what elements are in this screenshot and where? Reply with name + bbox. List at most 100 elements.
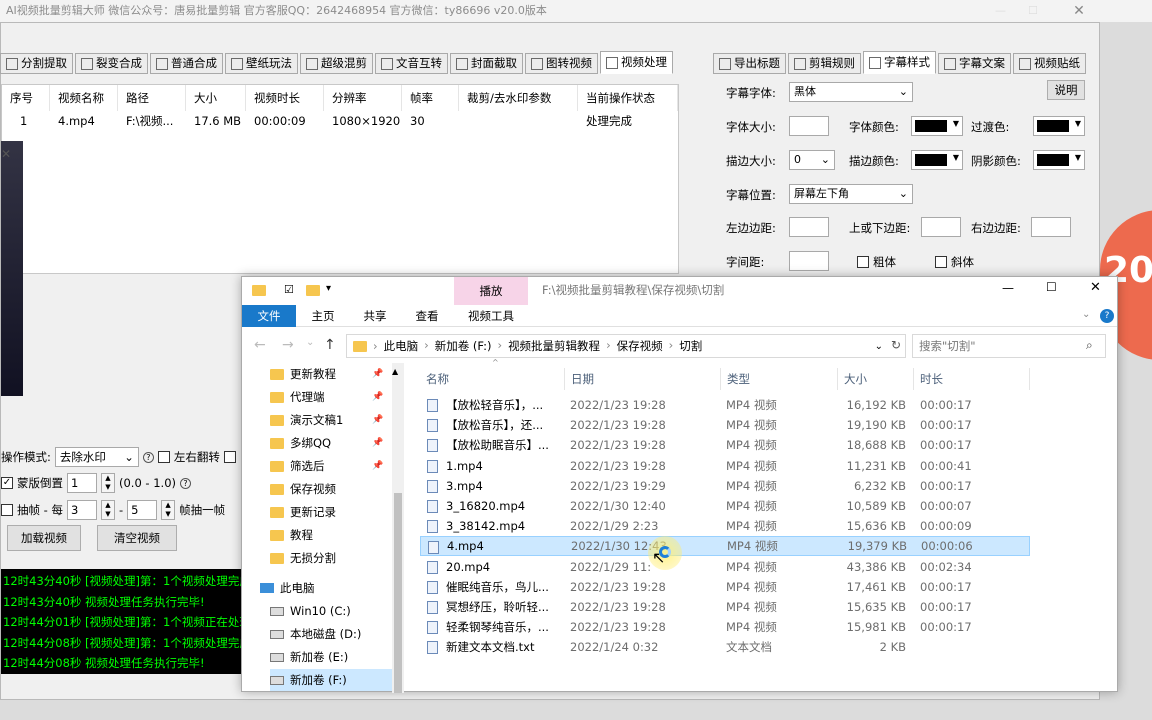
table-cell[interactable] [459,111,578,131]
pin-icon[interactable]: 📌 [372,369,383,379]
font-size-input[interactable] [789,116,829,136]
nav-item-drive[interactable]: 新加卷 (E:) [270,646,348,668]
maximize-icon[interactable]: ☐ [1046,280,1057,294]
video-table[interactable]: 序号 视频名称 路径 大小 视频时长 分辨率 帧率 裁剪/去水印参数 当前操作状态 1 4.mp4… [1,84,679,274]
vertical-margin-input[interactable] [921,217,961,237]
table-cell[interactable]: 17.6 MB [186,111,246,131]
tab-image[interactable]: 图转视频 [525,53,598,74]
mask-input[interactable]: 1 [67,473,97,493]
position-select[interactable]: 屏幕左下角 ⌄ [789,184,913,204]
table-cell[interactable]: 00:00:09 [246,111,324,131]
file-row[interactable]: 【放松轻音乐】，... 2022/1/23 19:28 MP4 视频 16,192 K… [420,395,1030,415]
properties-icon[interactable]: ☑ [284,283,294,296]
help-icon[interactable]: ? [142,451,154,463]
scroll-up-icon[interactable]: ▲ [392,367,398,376]
tab-merge[interactable]: 裂变合成 [75,53,148,74]
breadcrumb-item[interactable]: 保存视频 [617,338,663,354]
nav-item-this-pc[interactable]: 此电脑 [260,577,315,599]
table-header[interactable]: 序号 [2,85,50,111]
pin-icon[interactable]: 📌 [372,392,383,402]
tab-view[interactable]: 查看 [406,305,448,327]
nav-item-folder[interactable]: 更新教程 [270,363,336,385]
minimize-icon[interactable]: — [995,0,1006,22]
table-cell[interactable]: 处理完成 [578,111,678,131]
nav-item-drive[interactable]: 新加卷 (F:) [270,669,392,691]
file-row[interactable]: 新建文本文档.txt 2022/1/24 0:32 文本文档 2 KB [420,637,1030,657]
flip-checkbox[interactable] [157,451,170,463]
file-row[interactable]: 【放松助眠音乐】... 2022/1/23 19:28 MP4 视频 18,688 K… [420,435,1030,455]
minimize-icon[interactable]: — [1002,281,1014,295]
frame-from-stepper[interactable]: ▲ ▼ [100,500,115,520]
tab-cover[interactable]: 封面截取 [450,53,523,74]
tab-audio[interactable]: 文音互转 [375,53,448,74]
font-color-picker[interactable]: ▼ [911,116,963,136]
breadcrumb-item[interactable]: 新加卷 (F:) [435,338,492,354]
pin-icon[interactable]: 📌 [372,438,383,448]
mask-stepper[interactable]: ▲ ▼ [101,473,115,493]
column-size[interactable]: 大小 [838,368,914,390]
table-header[interactable]: 帧率 [402,85,459,111]
frame-to-input[interactable]: 5 [127,500,158,520]
tab-share[interactable]: 共享 [354,305,396,327]
file-row[interactable]: 【放松音乐】，还... 2022/1/23 19:28 MP4 视频 19,190 K… [420,415,1030,435]
table-cell[interactable]: 30 [402,111,459,131]
tab-rules[interactable]: 剪辑规则 [788,53,861,74]
close-icon[interactable]: ✕ [1090,280,1101,295]
table-header[interactable]: 视频时长 [246,85,324,111]
font-select[interactable]: 黑体 ⌄ [789,82,913,102]
tab-video-tools[interactable]: 视频工具 [458,305,524,327]
mode-select[interactable]: 去除水印 ⌄ [54,447,139,467]
nav-item-folder[interactable]: 无损分割 [270,547,336,569]
stroke-color-picker[interactable]: ▼ [911,150,963,170]
nav-scrollbar-thumb[interactable] [394,493,402,693]
transition-color-picker[interactable]: ▼ [1033,116,1085,136]
nav-item-folder[interactable]: 保存视频 [270,478,336,500]
ribbon-context-tab[interactable]: 播放 [454,277,528,305]
shadow-color-picker[interactable]: ▼ [1033,150,1085,170]
breadcrumb-item[interactable]: 切割 [679,338,702,354]
column-duration[interactable]: 时长 [914,368,1030,390]
clear-video-button[interactable]: 清空视频 [97,525,177,551]
stroke-select[interactable]: 0 ⌄ [789,150,835,170]
pin-icon[interactable]: 📌 [372,415,383,425]
close-icon[interactable]: ✕ [1,147,11,161]
tab-play[interactable]: 普通合成 [150,53,223,74]
column-name[interactable]: 名称 [420,368,565,390]
file-row[interactable]: 3.mp4 2022/1/23 19:29 MP4 视频 6,232 KB 00:00:… [420,476,1030,496]
file-row[interactable]: 4.mp4 2022/1/30 12:43 MP4 视频 19,379 KB 00:00… [420,536,1030,557]
table-header[interactable]: 当前操作状态 [578,85,678,111]
help-icon[interactable]: ? [180,477,192,489]
spacing-input[interactable] [789,251,829,271]
search-input[interactable]: 搜索"切割" [912,334,1106,358]
nav-item-folder[interactable]: 代理端 [270,386,325,408]
close-icon[interactable]: ✕ [1068,0,1090,22]
extra-checkbox[interactable] [223,451,236,463]
up-arrow-icon[interactable]: ↑ [324,337,336,353]
tab-sticker[interactable]: 视频贴纸 [1013,53,1086,74]
file-row[interactable]: 冥想纾压，聆听轻... 2022/1/23 19:28 MP4 视频 15,635 K… [420,597,1030,617]
frame-to-stepper[interactable]: ▲ ▼ [161,500,176,520]
file-row[interactable]: 3_38142.mp4 2022/1/29 2:23 MP4 视频 15,636 KB… [420,516,1030,536]
table-header[interactable]: 路径 [118,85,186,111]
address-bar[interactable]: › 此电脑 › 新加卷 (F:) › 视频批量剪辑教程 › 保存视频 › 切割 ⌄ ↻ [346,334,906,358]
forward-arrow-icon[interactable]: → [282,337,294,353]
pin-icon[interactable]: 📌 [372,461,383,471]
tab-edit[interactable]: 字幕文案 [938,53,1011,74]
nav-item-drive[interactable]: Win10 (C:) [270,600,351,622]
table-header[interactable]: 分辨率 [324,85,402,111]
chevron-down-icon[interactable]: ⌄ [875,341,883,352]
tab-mix[interactable]: 超级混剪 [300,53,373,74]
frame-from-input[interactable]: 3 [66,500,97,520]
tab-wallpaper[interactable]: 壁纸玩法 [225,53,298,74]
table-header[interactable]: 大小 [186,85,246,111]
new-folder-icon[interactable] [306,285,320,296]
nav-item-folder[interactable]: 更新记录 [270,501,336,523]
chevron-down-icon[interactable]: ▾ [326,283,331,294]
refresh-icon[interactable]: ↻ [891,338,901,352]
tab-split[interactable]: 分割提取 [0,53,73,74]
column-type[interactable]: 类型 [721,368,838,390]
right-margin-input[interactable] [1031,217,1071,237]
nav-item-folder[interactable]: 多绑QQ [270,432,331,454]
table-cell[interactable]: 1080×1920 [324,111,402,131]
table-header[interactable]: 裁剪/去水印参数 [459,85,578,111]
